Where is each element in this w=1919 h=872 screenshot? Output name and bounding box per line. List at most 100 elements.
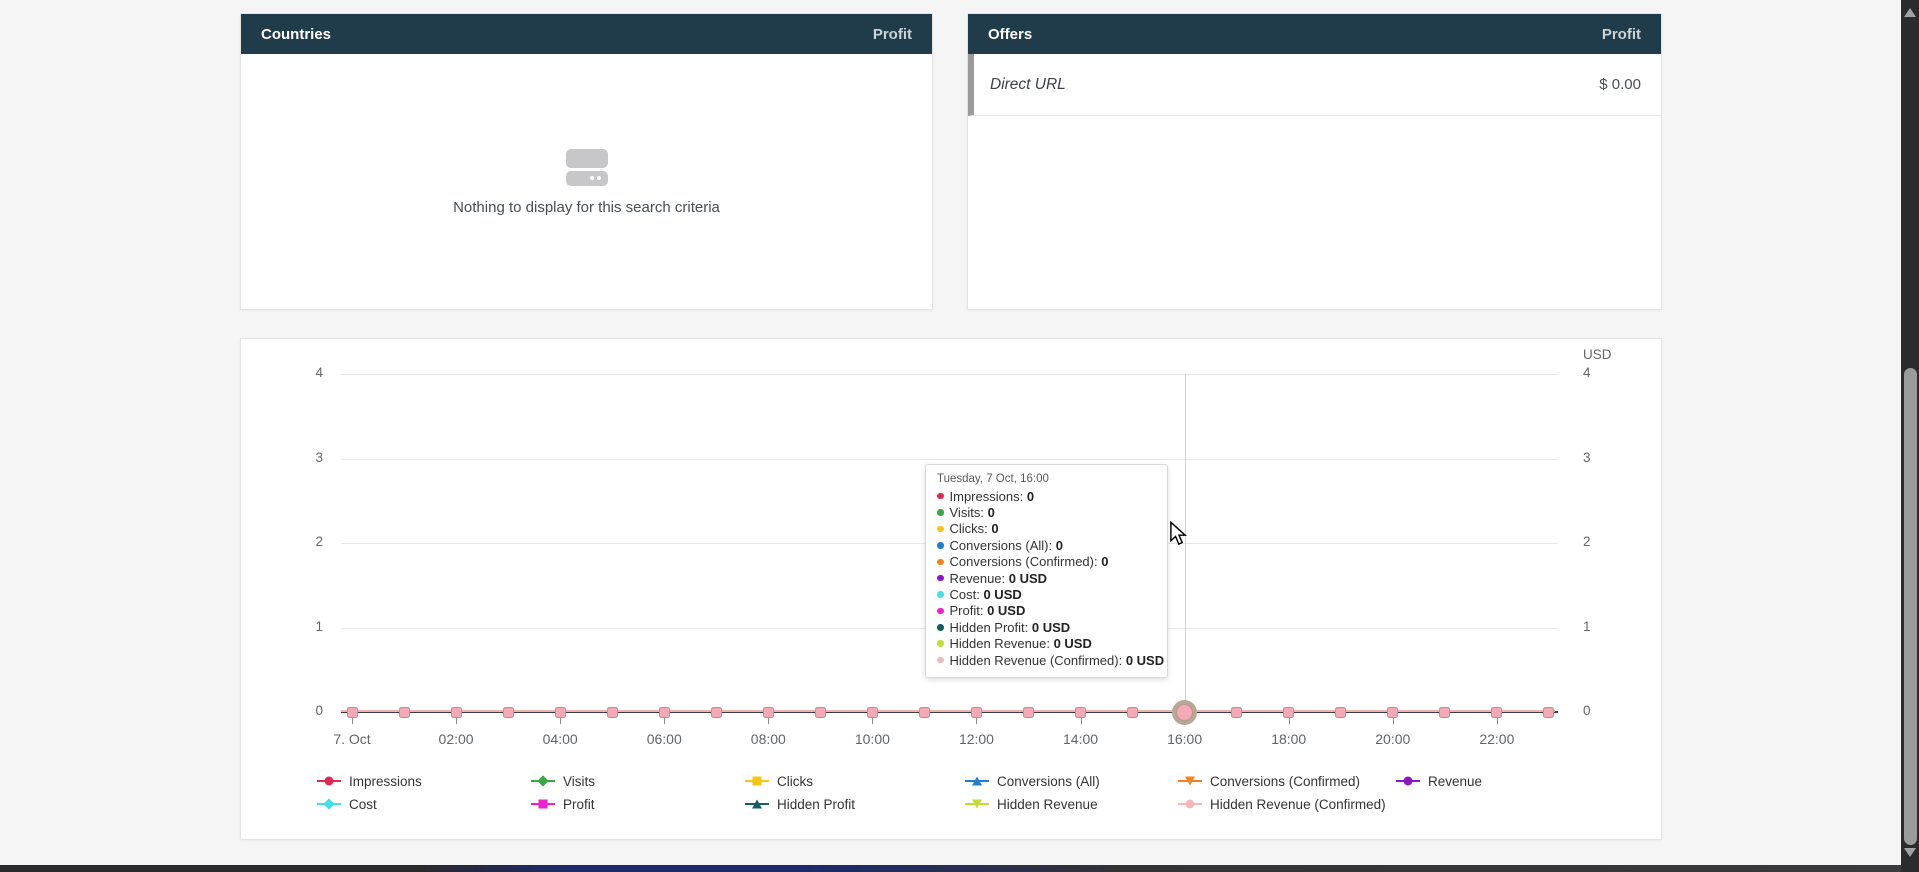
tooltip-series-dot xyxy=(937,542,944,549)
data-point[interactable] xyxy=(763,707,774,718)
vertical-scrollbar[interactable] xyxy=(1901,0,1919,872)
x-axis-label: 14:00 xyxy=(1046,731,1116,747)
data-point[interactable] xyxy=(1387,707,1398,718)
legend-item-cost[interactable]: Cost xyxy=(317,795,377,813)
legend-item-conversions-confirmed[interactable]: Conversions (Confirmed) xyxy=(1178,772,1360,790)
legend-item-impressions[interactable]: Impressions xyxy=(317,772,422,790)
legend-marker-triangle-down-icon xyxy=(965,803,989,806)
data-point[interactable] xyxy=(659,707,670,718)
data-point[interactable] xyxy=(919,707,930,718)
y-axis-label-left: 2 xyxy=(283,534,323,549)
legend-item-conversions-all[interactable]: Conversions (All) xyxy=(965,772,1100,790)
x-axis-label: 16:00 xyxy=(1150,731,1220,747)
tooltip-item-hidden-profit: Hidden Profit: 0 USD xyxy=(937,619,1156,635)
tooltip-series-dot xyxy=(937,640,944,647)
data-point[interactable] xyxy=(555,707,566,718)
legend-item-visits[interactable]: Visits xyxy=(531,772,595,790)
y-axis-label-right: 1 xyxy=(1583,619,1591,634)
hover-crosshair xyxy=(1185,374,1186,712)
data-point[interactable] xyxy=(867,707,878,718)
data-point[interactable] xyxy=(815,707,826,718)
legend-label: Conversions (All) xyxy=(997,774,1100,789)
tooltip-series-dot xyxy=(937,657,944,664)
tooltip-item-conversions-all: Conversions (All): 0 xyxy=(937,537,1156,553)
tooltip-title: Tuesday, 7 Oct, 16:00 xyxy=(937,473,1156,485)
legend-marker-triangle-up-icon xyxy=(965,780,989,783)
legend-label: Profit xyxy=(563,797,595,812)
countries-panel-header: Countries Profit xyxy=(241,14,932,54)
x-axis-label: 02:00 xyxy=(421,731,491,747)
data-point[interactable] xyxy=(1335,707,1346,718)
y-axis-label-right: 4 xyxy=(1583,365,1591,380)
empty-state-message: Nothing to display for this search crite… xyxy=(453,199,720,216)
data-point[interactable] xyxy=(347,707,358,718)
legend-label: Visits xyxy=(563,774,595,789)
tooltip-item-hidden-revenue-confirmed: Hidden Revenue (Confirmed): 0 USD xyxy=(937,652,1156,668)
data-point[interactable] xyxy=(1283,707,1294,718)
data-point-hovered[interactable] xyxy=(1176,704,1193,721)
y-axis-label-right: 3 xyxy=(1583,450,1591,465)
scrollbar-thumb[interactable] xyxy=(1904,368,1917,845)
y-axis-label-left: 0 xyxy=(283,703,323,718)
data-point[interactable] xyxy=(503,707,514,718)
data-point[interactable] xyxy=(1075,707,1086,718)
scroll-up-icon[interactable] xyxy=(1904,8,1916,17)
offers-panel-title: Offers xyxy=(988,26,1032,43)
data-point[interactable] xyxy=(1023,707,1034,718)
tooltip-series-dot xyxy=(937,591,944,598)
x-axis-label: 18:00 xyxy=(1254,731,1324,747)
y-axis-label-left: 4 xyxy=(283,365,323,380)
data-point[interactable] xyxy=(607,707,618,718)
x-axis-label: 12:00 xyxy=(941,731,1011,747)
legend-marker-circle-icon xyxy=(1178,803,1202,806)
legend-marker-circle-icon xyxy=(1396,780,1420,783)
bottom-bar xyxy=(0,865,1919,872)
data-point[interactable] xyxy=(1543,707,1554,718)
tooltip-series-dot xyxy=(937,493,944,500)
countries-panel-title: Countries xyxy=(261,26,331,43)
legend-label: Conversions (Confirmed) xyxy=(1210,774,1360,789)
data-point[interactable] xyxy=(711,707,722,718)
data-point[interactable] xyxy=(451,707,462,718)
y-axis-unit-label: USD xyxy=(1583,347,1612,362)
legend-item-hidden-profit[interactable]: Hidden Profit xyxy=(745,795,855,813)
tooltip-item-revenue: Revenue: 0 USD xyxy=(937,570,1156,586)
offer-row-direct-url[interactable]: Direct URL $ 0.00 xyxy=(968,54,1661,116)
x-axis-label: 04:00 xyxy=(525,731,595,747)
offers-profit-column-header: Profit xyxy=(1602,26,1641,43)
offer-name: Direct URL xyxy=(990,76,1066,94)
x-axis-label: 08:00 xyxy=(733,731,803,747)
data-point[interactable] xyxy=(1439,707,1450,718)
chart-tooltip: Tuesday, 7 Oct, 16:00 Impressions: 0Visi… xyxy=(925,464,1168,678)
legend-marker-triangle-down-icon xyxy=(1178,780,1202,783)
legend-marker-triangle-up-icon xyxy=(745,803,769,806)
y-axis-label-left: 3 xyxy=(283,450,323,465)
data-point[interactable] xyxy=(971,707,982,718)
data-point[interactable] xyxy=(1491,707,1502,718)
tooltip-item-cost: Cost: 0 USD xyxy=(937,586,1156,602)
legend-marker-square-icon xyxy=(745,780,769,783)
data-point[interactable] xyxy=(1231,707,1242,718)
legend-item-hidden-revenue-confirmed[interactable]: Hidden Revenue (Confirmed) xyxy=(1178,795,1386,813)
x-axis-label: 06:00 xyxy=(629,731,699,747)
legend-label: Hidden Profit xyxy=(777,797,855,812)
data-point[interactable] xyxy=(399,707,410,718)
legend-item-clicks[interactable]: Clicks xyxy=(745,772,813,790)
x-axis-label: 20:00 xyxy=(1358,731,1428,747)
legend-marker-diamond-icon xyxy=(317,803,341,806)
y-axis-label-right: 0 xyxy=(1583,703,1591,718)
tooltip-item-clicks: Clicks: 0 xyxy=(937,521,1156,537)
countries-profit-column-header: Profit xyxy=(873,26,912,43)
x-axis-label: 7. Oct xyxy=(317,731,387,747)
offer-profit-value: $ 0.00 xyxy=(1599,76,1641,93)
scroll-down-icon[interactable] xyxy=(1904,848,1916,857)
legend-item-profit[interactable]: Profit xyxy=(531,795,595,813)
tooltip-series-dot xyxy=(937,526,944,533)
countries-empty-state: Nothing to display for this search crite… xyxy=(241,54,932,310)
legend-item-revenue[interactable]: Revenue xyxy=(1396,772,1482,790)
offers-panel-header: Offers Profit xyxy=(968,14,1661,54)
data-point[interactable] xyxy=(1127,707,1138,718)
legend-label: Hidden Revenue (Confirmed) xyxy=(1210,797,1386,812)
legend-item-hidden-revenue[interactable]: Hidden Revenue xyxy=(965,795,1098,813)
x-axis-label: 10:00 xyxy=(837,731,907,747)
